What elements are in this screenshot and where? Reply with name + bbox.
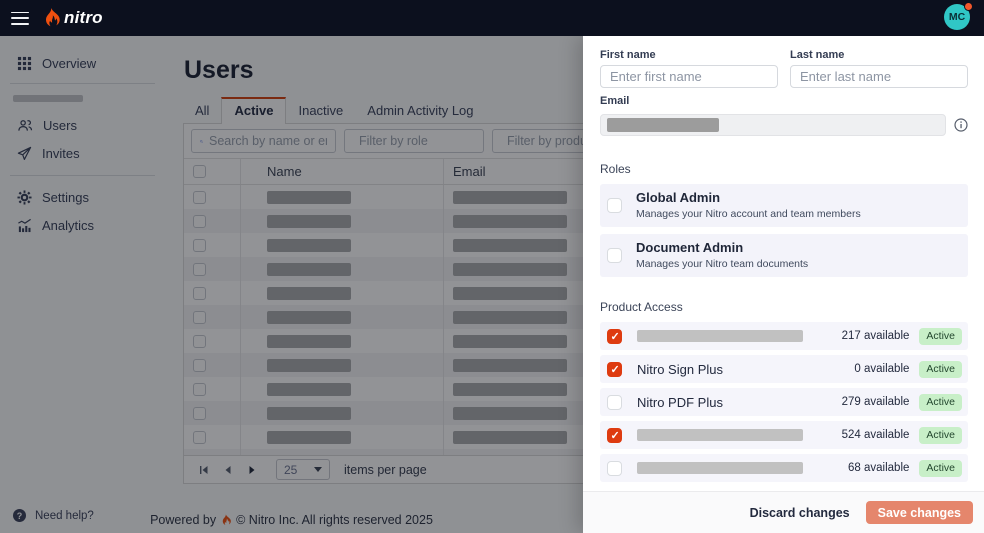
available-count: 68 available bbox=[848, 462, 909, 474]
product-checkbox[interactable] bbox=[607, 362, 622, 377]
panel-footer: Discard changes Save changes bbox=[583, 491, 984, 533]
status-badge: Active bbox=[919, 460, 962, 477]
product-name: Nitro PDF Plus bbox=[637, 395, 842, 410]
role-checkbox[interactable] bbox=[607, 248, 622, 263]
redacted-email-value bbox=[607, 118, 719, 132]
product-checkbox[interactable] bbox=[607, 395, 622, 410]
notification-dot bbox=[964, 2, 973, 11]
product-access-row: 68 available Active bbox=[600, 454, 968, 482]
role-description: Manages your Nitro team documents bbox=[636, 258, 808, 270]
role-document-admin[interactable]: Document Admin Manages your Nitro team d… bbox=[600, 234, 968, 277]
email-field-disabled bbox=[600, 114, 946, 136]
product-access-row: 524 available Active bbox=[600, 421, 968, 449]
discard-changes-button[interactable]: Discard changes bbox=[750, 506, 850, 520]
available-count: 217 available bbox=[842, 330, 910, 342]
brand-name: nitro bbox=[64, 8, 103, 28]
available-count: 0 available bbox=[854, 363, 909, 375]
last-name-field[interactable] bbox=[790, 65, 968, 88]
status-badge: Active bbox=[919, 361, 962, 378]
product-name: Nitro Sign Plus bbox=[637, 362, 854, 377]
redacted-product-name bbox=[637, 429, 803, 441]
save-changes-button[interactable]: Save changes bbox=[866, 501, 973, 524]
user-avatar[interactable]: MC bbox=[944, 4, 972, 32]
redacted-product-name bbox=[637, 462, 803, 474]
info-icon[interactable] bbox=[954, 118, 968, 132]
status-badge: Active bbox=[919, 328, 962, 345]
available-count: 279 available bbox=[842, 396, 910, 408]
nitro-logo: nitro bbox=[43, 8, 103, 29]
status-badge: Active bbox=[919, 394, 962, 411]
product-access-row: Nitro PDF Plus 279 available Active bbox=[600, 388, 968, 416]
role-checkbox[interactable] bbox=[607, 198, 622, 213]
email-label: Email bbox=[600, 95, 968, 107]
edit-user-panel: First name Last name Email bbox=[583, 36, 984, 533]
first-name-field[interactable] bbox=[600, 65, 778, 88]
product-checkbox[interactable] bbox=[607, 329, 622, 344]
role-name: Global Admin bbox=[636, 190, 861, 205]
product-access-row: 217 available Active bbox=[600, 322, 968, 350]
hamburger-menu-icon[interactable] bbox=[11, 12, 29, 25]
product-checkbox[interactable] bbox=[607, 428, 622, 443]
flame-icon bbox=[43, 8, 60, 29]
redacted-product-name bbox=[637, 330, 803, 342]
status-badge: Active bbox=[919, 427, 962, 444]
role-global-admin[interactable]: Global Admin Manages your Nitro account … bbox=[600, 184, 968, 227]
first-name-label: First name bbox=[600, 49, 778, 61]
last-name-label: Last name bbox=[790, 49, 968, 61]
role-name: Document Admin bbox=[636, 240, 808, 255]
available-count: 524 available bbox=[842, 429, 910, 441]
role-description: Manages your Nitro account and team memb… bbox=[636, 208, 861, 220]
app-screen: nitro MC Overview bbox=[0, 0, 984, 533]
product-access-row: Nitro Sign Plus 0 available Active bbox=[600, 355, 968, 383]
product-access-label: Product Access bbox=[600, 300, 968, 314]
roles-section-label: Roles bbox=[600, 162, 968, 176]
product-checkbox[interactable] bbox=[607, 461, 622, 476]
topbar: nitro MC bbox=[0, 0, 984, 36]
